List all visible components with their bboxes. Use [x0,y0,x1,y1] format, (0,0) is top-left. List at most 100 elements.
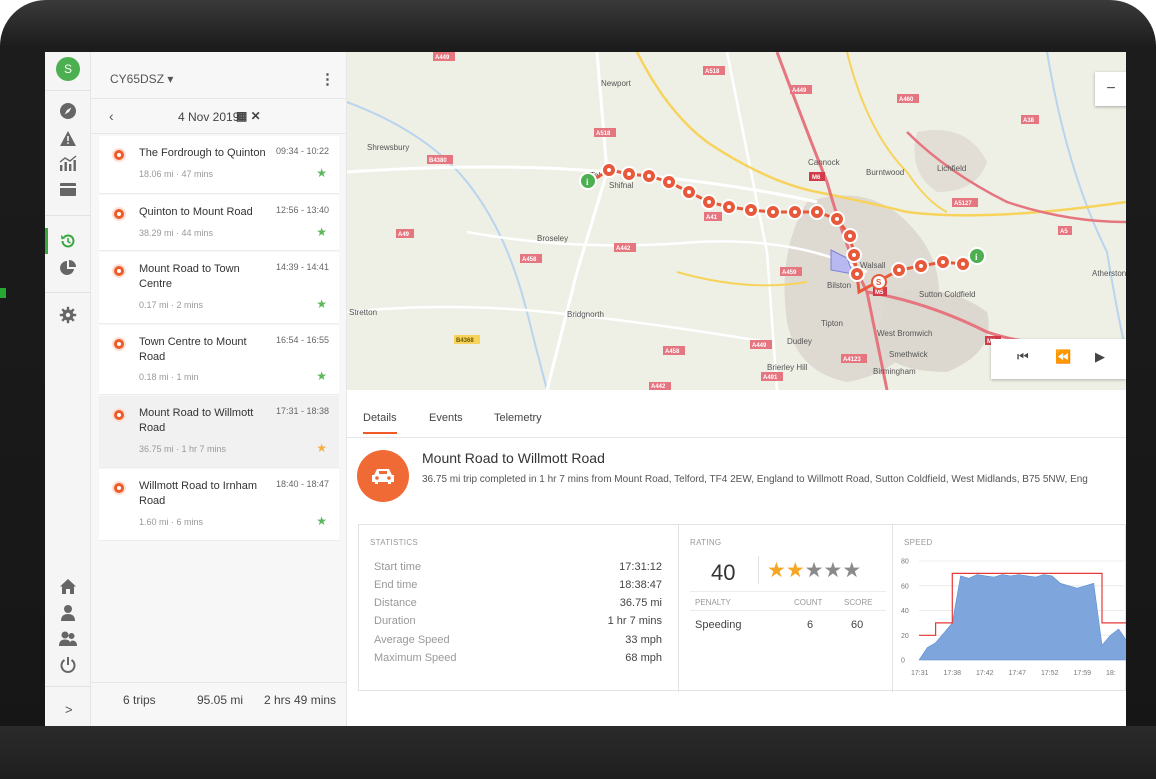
user-icon[interactable] [56,601,80,623]
stat-value: 36.75 mi [619,597,662,609]
settings-icon[interactable] [56,304,80,326]
trip-name: Mount Road to Willmott Road [139,407,254,434]
stat-value: 1 hr 7 mins [607,615,662,627]
trip-time: 14:39 - 14:41 [275,262,329,272]
svg-text:Smethwick: Smethwick [889,350,929,359]
speed-heading: SPEED [904,538,933,547]
rail-divider [45,90,91,91]
playback-controls: ⏮ ⏪ ▶ [991,339,1126,379]
green-marker [0,288,6,298]
end-info-icon: i [968,247,986,265]
svg-text:S: S [876,278,882,287]
rating-rule [690,610,886,611]
more-menu-button[interactable]: ⋮ [320,70,335,88]
trip-name: Willmott Road to Irnham Road [139,480,257,507]
trip-list-item[interactable]: Town Centre to Mount Road 16:54 - 16:55 … [99,325,339,395]
svg-text:A449: A449 [792,88,807,94]
tab-details[interactable]: Details [363,412,397,434]
rating-score: 40 [711,560,736,585]
tab-telemetry[interactable]: Telemetry [494,412,542,424]
svg-text:Atherstone: Atherstone [1092,269,1126,278]
trip-list-item[interactable]: Mount Road to Town Centre 14:39 - 14:41 … [99,252,339,324]
speed-chart: 0 20 40 60 80 17:31 17:38 17:42 17:47 17:52 17:59… [901,559,1126,677]
star-icon: ★ [316,514,327,528]
star-icon: ★ [785,559,805,582]
rail-divider [45,686,91,687]
svg-text:A460: A460 [899,97,914,103]
analytics-icon[interactable] [56,152,80,174]
svg-text:A518: A518 [596,131,611,137]
date-navigator: ‹ 4 Nov 2019 ▦ ✕ [91,98,347,134]
avatar[interactable]: S [56,57,80,81]
history-icon[interactable] [56,230,80,252]
trip-time: 16:54 - 16:55 [275,335,329,345]
trip-time: 17:31 - 18:38 [275,406,329,416]
stat-value: 33 mph [625,634,662,646]
home-icon[interactable] [56,575,80,597]
star-icon: ★ [316,441,327,455]
stat-label: Start time [374,561,422,573]
vehicle-selector[interactable]: CY65DSZ ▾ [110,72,173,86]
svg-text:M5: M5 [875,290,884,296]
trip-time: 09:34 - 10:22 [275,146,329,156]
trip-list-item[interactable]: Mount Road to Willmott Road 17:31 - 18:3… [99,396,339,468]
play-icon[interactable]: ▶ [1095,349,1105,365]
trip-marker-icon [114,209,124,219]
selected-date[interactable]: 4 Nov 2019 [178,110,239,124]
trip-name: Quinton to Mount Road [139,206,253,218]
previous-day-button[interactable]: ‹ [109,108,114,124]
start-info-icon: i [579,172,597,190]
rating-separator [758,556,759,584]
star-icon: ★ [316,166,327,180]
power-icon[interactable] [56,654,80,676]
compass-icon[interactable] [56,100,80,122]
penalty-score: 60 [851,619,864,631]
tab-events[interactable]: Events [429,412,463,424]
route-map[interactable]: A449 A518 A449 A460 A38 A5 B4380 M6 A512… [347,52,1126,390]
svg-text:A41: A41 [706,215,718,221]
svg-text:A38: A38 [1023,118,1035,124]
trip-list-item[interactable]: Willmott Road to Irnham Road 18:40 - 18:… [99,469,339,541]
svg-text:Bridgnorth: Bridgnorth [567,310,604,319]
rating-rule [690,591,886,592]
trip-name: Town Centre to Mount Road [139,336,247,363]
pie-chart-icon[interactable] [56,257,80,279]
svg-text:Cannock: Cannock [808,158,841,167]
skip-start-icon[interactable]: ⏮ [1017,349,1029,365]
svg-text:A49: A49 [398,232,410,238]
svg-text:Newport: Newport [601,79,632,88]
stat-label: Duration [374,615,416,627]
trip-meta: 38.29 mi · 44 mins [139,228,214,238]
users-icon[interactable] [56,627,80,649]
zoom-out-button[interactable]: − [1095,72,1126,106]
stat-label: Maximum Speed [374,652,457,664]
penalty-count: 6 [807,619,814,631]
svg-text:M6: M6 [812,175,821,181]
svg-text:Stretton: Stretton [349,308,377,317]
trip-list-item[interactable]: The Fordrough to Quinton 09:34 - 10:22 1… [99,136,339,194]
svg-text:B4380: B4380 [429,158,447,164]
rewind-icon[interactable]: ⏪ [1055,349,1071,365]
expand-sidebar-button[interactable]: > [65,702,73,717]
star-icon: ★ [316,369,327,383]
svg-text:A458: A458 [665,349,680,355]
svg-text:Brierley Hill: Brierley Hill [767,363,808,372]
card-icon[interactable] [56,178,80,200]
svg-text:A459: A459 [782,270,797,276]
svg-text:B4368: B4368 [456,338,474,344]
svg-text:A518: A518 [705,69,720,75]
penalty-name: Speeding [695,619,742,631]
trip-marker-icon [114,483,124,493]
calendar-clear-icons[interactable]: ▦ ✕ [236,109,261,123]
svg-text:Birmingham: Birmingham [873,367,916,376]
trip-marker-icon [114,266,124,276]
stat-value: 68 mph [625,652,662,664]
y-tick-label: 0 [901,658,905,665]
summary-duration: 2 hrs 49 mins [264,693,337,707]
car-icon [357,450,409,502]
svg-text:Bilston: Bilston [827,281,851,290]
trip-list-item[interactable]: Quinton to Mount Road 12:56 - 13:40 38.2… [99,195,339,251]
warning-icon[interactable] [56,127,80,149]
x-tick-label: 17:42 [976,670,994,677]
star-icon: ★ [823,559,843,582]
